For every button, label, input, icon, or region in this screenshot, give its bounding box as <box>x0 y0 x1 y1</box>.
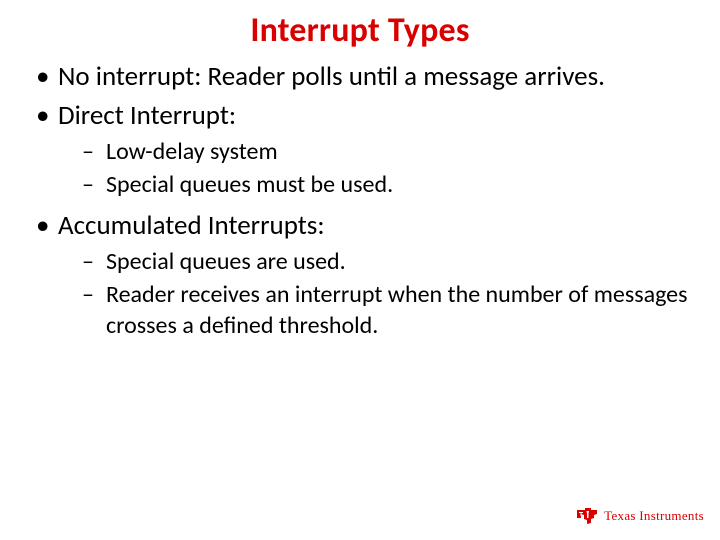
bullet-item: Direct Interrupt: Low-delay system Speci… <box>30 100 690 200</box>
sub-item: Special queues are used. <box>58 247 690 278</box>
ti-chip-icon <box>576 508 598 524</box>
ti-logo-text: Texas Instruments <box>604 508 704 524</box>
bullet-list: No interrupt: Reader polls until a messa… <box>30 61 690 341</box>
bullet-item: Accumulated Interrupts: Special queues a… <box>30 210 690 341</box>
bullet-text: Direct Interrupt: <box>58 99 236 132</box>
sub-list: Low-delay system Special queues must be … <box>58 137 690 200</box>
ti-logo: Texas Instruments <box>576 508 704 524</box>
slide-body: No interrupt: Reader polls until a messa… <box>0 51 720 341</box>
sub-item: Reader receives an interrupt when the nu… <box>58 280 690 341</box>
sub-item: Low-delay system <box>58 137 690 168</box>
slide: Interrupt Types No interrupt: Reader pol… <box>0 0 720 540</box>
bullet-item: No interrupt: Reader polls until a messa… <box>30 61 690 94</box>
bullet-text: Accumulated Interrupts: <box>58 209 325 242</box>
sub-list: Special queues are used. Reader receives… <box>58 247 690 341</box>
sub-item: Special queues must be used. <box>58 170 690 201</box>
slide-title: Interrupt Types <box>0 0 720 51</box>
